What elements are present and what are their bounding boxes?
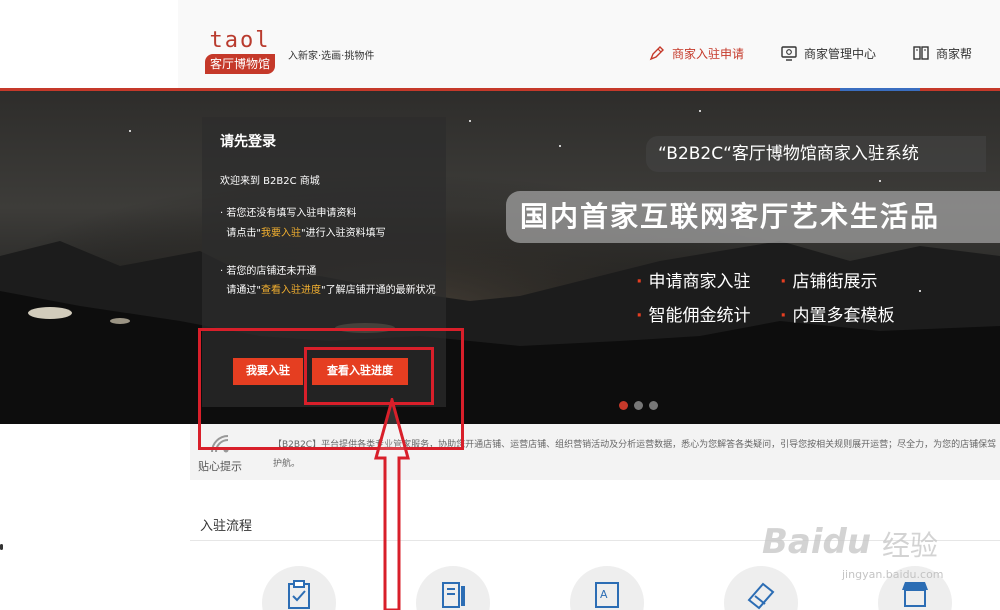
carousel-dot[interactable] xyxy=(634,401,643,410)
login-tip-apply-line1: · 若您还没有填写入驻申请资料 xyxy=(220,208,357,219)
banner-feature: 内置多套模板 xyxy=(780,301,894,326)
book-icon xyxy=(913,46,929,60)
nav-merchant-help[interactable]: 商家帮 xyxy=(912,44,972,62)
monitor-icon xyxy=(781,46,797,61)
carousel-dot[interactable] xyxy=(649,401,658,410)
banner-feature: 智能佣金统计 xyxy=(636,301,750,326)
login-title: 请先登录 xyxy=(220,134,276,150)
banner-tagline: “B2B2C“客厅博物馆商家入驻系统 xyxy=(646,136,986,172)
login-welcome: 欢迎来到 B2B2C 商城 xyxy=(220,176,320,187)
login-tip-apply: · 若您还没有填写入驻申请资料 请点击"我要入驻"进行入驻资料填写 xyxy=(220,204,440,244)
nav-merchant-help-label: 商家帮 xyxy=(936,46,973,61)
login-tip-progress-prefix: 请通过" xyxy=(226,285,261,296)
nav-merchant-center-label: 商家管理中心 xyxy=(804,46,877,61)
login-tip-apply-prefix: 请点击" xyxy=(226,228,261,239)
carousel-dot[interactable] xyxy=(619,401,628,410)
baidu-jingyan-watermark: Baidu 经验 jingyan.baidu.com xyxy=(762,500,992,590)
logo-wordmark: taol xyxy=(209,28,271,53)
banner-feature: 申请商家入驻 xyxy=(636,267,750,292)
login-tip-apply-suffix: "进行入驻资料填写 xyxy=(300,228,386,239)
clipboard-icon xyxy=(288,580,310,609)
login-tip-progress-line1: · 若您的店铺还未开通 xyxy=(220,266,317,277)
process-step xyxy=(262,566,336,610)
site-header: taol 客厅博物馆 入新家·选画·挑物件 商家入驻申请 商家管理中心 商家帮 xyxy=(178,0,1000,90)
progress-link[interactable]: 查看入驻进度 xyxy=(261,285,321,296)
pen-icon xyxy=(649,46,664,61)
page: taol 客厅博物馆 入新家·选画·挑物件 商家入驻申请 商家管理中心 商家帮 … xyxy=(0,0,1000,610)
login-tip-apply-line2: 请点击"我要入驻"进行入驻资料填写 xyxy=(220,224,440,244)
process-step: A xyxy=(570,566,644,610)
process-step xyxy=(416,566,490,610)
certificate-icon: A xyxy=(595,582,619,608)
join-link[interactable]: 我要入驻 xyxy=(261,228,301,239)
hero-banner: 请先登录 欢迎来到 B2B2C 商城 · 若您还没有填写入驻申请资料 请点击"我… xyxy=(0,91,1000,424)
watermark-brand-bai: Bai xyxy=(762,522,823,562)
watermark-brand: Baidu xyxy=(762,522,871,562)
site-logo[interactable]: taol 客厅博物馆 xyxy=(205,30,275,74)
edge-mark xyxy=(0,544,3,550)
left-blank xyxy=(0,0,178,90)
carousel-dots xyxy=(619,401,658,410)
watermark-brand-du: du xyxy=(822,522,872,562)
annotation-arrow xyxy=(374,398,410,610)
tips-label: 贴心提示 xyxy=(198,460,242,473)
logo-badge: 客厅博物馆 xyxy=(205,54,275,74)
login-tip-progress-line2: 请通过"查看入驻进度"了解店铺开通的最新状况 xyxy=(220,281,440,300)
site-slogan: 入新家·选画·挑物件 xyxy=(288,51,375,62)
nav-merchant-center[interactable]: 商家管理中心 xyxy=(780,44,876,62)
certificate-glyph-letter: A xyxy=(600,588,608,601)
nav-merchant-apply-label: 商家入驻申请 xyxy=(672,46,745,61)
nav-merchant-apply[interactable]: 商家入驻申请 xyxy=(648,44,744,62)
banner-feature: 店铺街展示 xyxy=(780,267,877,292)
annotation-inner-box xyxy=(304,347,434,405)
watermark-cn: 经验 xyxy=(882,529,939,562)
process-title: 入驻流程 xyxy=(200,519,253,534)
top-nav: 商家入驻申请 商家管理中心 商家帮 xyxy=(648,44,1000,62)
document-icon xyxy=(442,582,465,608)
watermark-url: jingyan.baidu.com xyxy=(842,568,944,581)
login-tip-progress-suffix: "了解店铺开通的最新状况 xyxy=(320,285,436,296)
login-tip-progress: · 若您的店铺还未开通 请通过"查看入驻进度"了解店铺开通的最新状况 xyxy=(220,262,440,300)
banner-headline: 国内首家互联网客厅艺术生活品 xyxy=(506,191,1000,243)
